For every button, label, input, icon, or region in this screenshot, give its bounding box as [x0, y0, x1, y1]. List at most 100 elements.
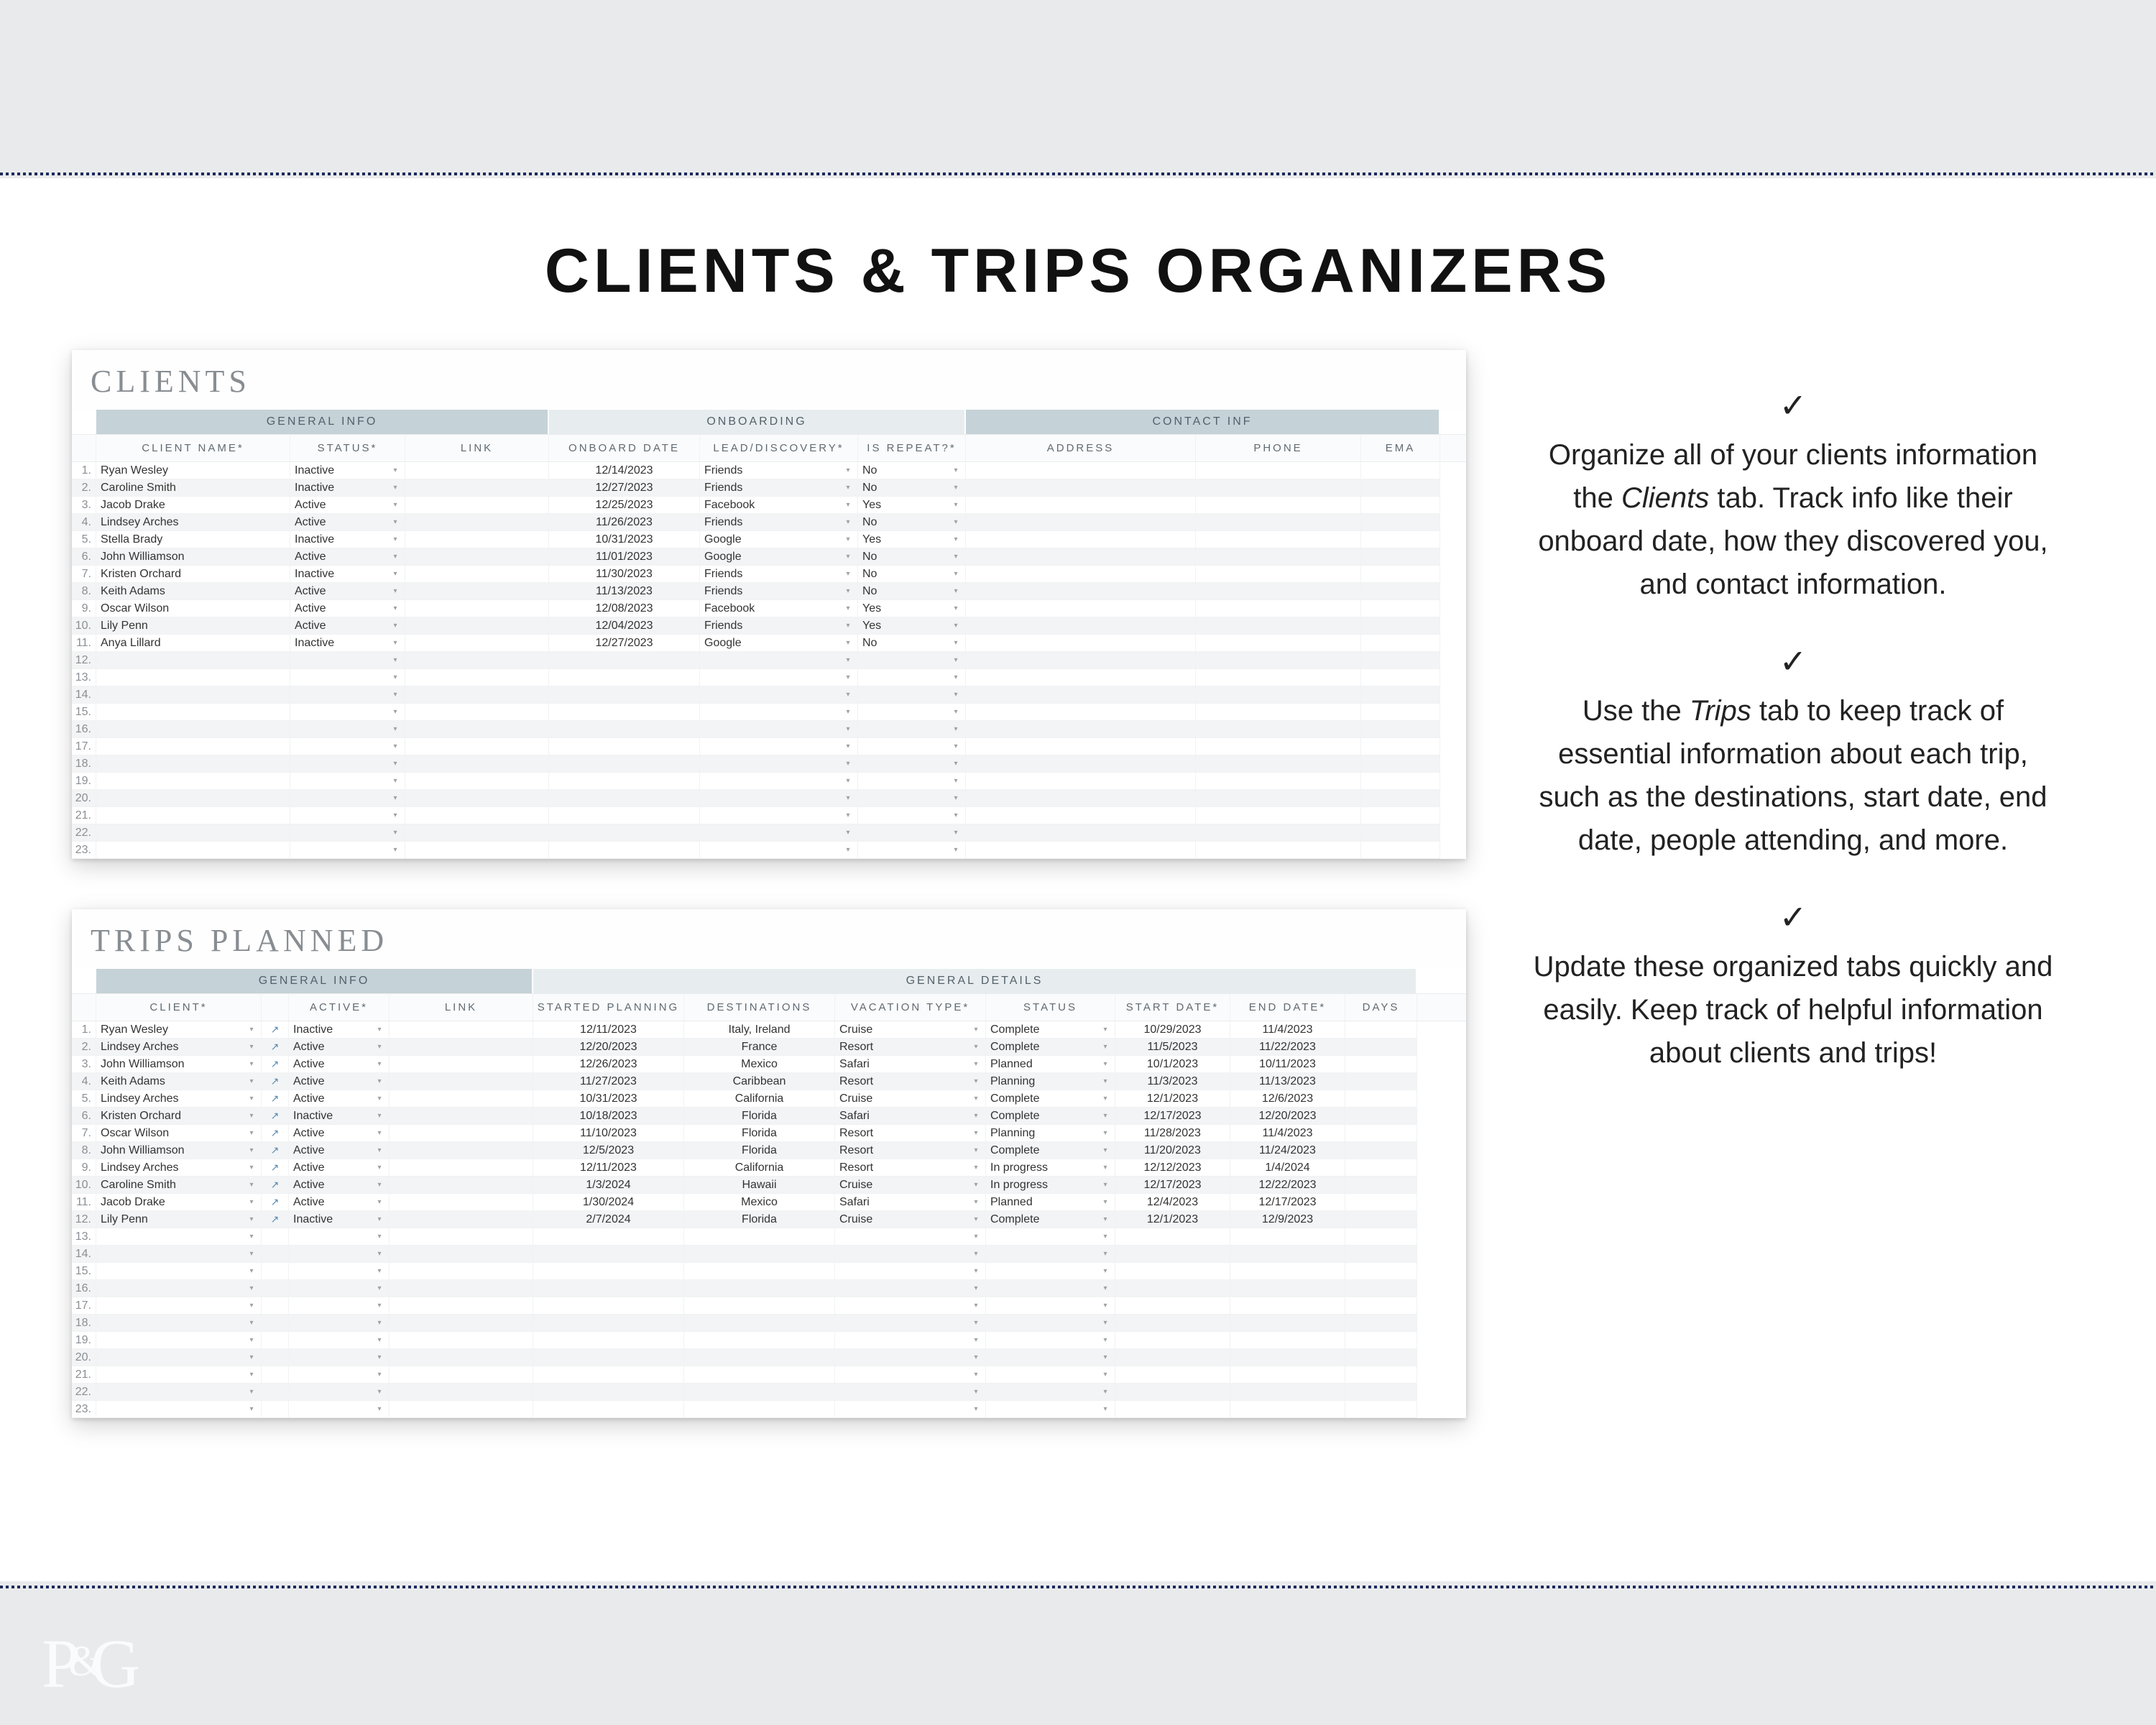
- start-date-cell[interactable]: 12/1/2023: [1115, 1090, 1230, 1108]
- dropdown-icon[interactable]: ▾: [247, 1094, 257, 1104]
- table-row[interactable]: 17.▾▾▾▾: [72, 1297, 1466, 1315]
- dropdown-icon[interactable]: ▾: [374, 1025, 384, 1035]
- address-cell[interactable]: [966, 790, 1196, 807]
- dropdown-icon[interactable]: ▾: [1100, 1353, 1110, 1363]
- phone-cell[interactable]: [1196, 479, 1361, 497]
- vacation-type-cell[interactable]: ▾: [835, 1228, 986, 1246]
- link-icon-cell[interactable]: ↗: [262, 1125, 289, 1142]
- address-cell[interactable]: [966, 462, 1196, 479]
- days-cell[interactable]: [1345, 1177, 1417, 1194]
- table-row[interactable]: 6.John WilliamsonActive▾11/01/2023Google…: [72, 548, 1466, 566]
- end-date-cell[interactable]: 12/20/2023: [1230, 1108, 1345, 1125]
- link-icon-cell[interactable]: [262, 1349, 289, 1366]
- days-cell[interactable]: [1345, 1142, 1417, 1159]
- dropdown-icon[interactable]: ▾: [951, 604, 961, 614]
- onboard-date-cell[interactable]: [549, 755, 700, 773]
- trip-status-cell[interactable]: Planning▾: [986, 1073, 1115, 1090]
- status-cell[interactable]: Inactive▾: [290, 635, 405, 652]
- days-cell[interactable]: [1345, 1246, 1417, 1263]
- client-name-cell[interactable]: [96, 738, 290, 755]
- link-cell[interactable]: [390, 1384, 533, 1401]
- dropdown-icon[interactable]: ▾: [247, 1111, 257, 1121]
- days-cell[interactable]: [1345, 1297, 1417, 1315]
- link-cell[interactable]: [405, 479, 549, 497]
- phone-cell[interactable]: [1196, 704, 1361, 721]
- status-cell[interactable]: ▾: [290, 773, 405, 790]
- trip-client-cell[interactable]: Ryan Wesley▾: [96, 1021, 262, 1039]
- end-date-cell[interactable]: 11/13/2023: [1230, 1073, 1345, 1090]
- status-cell[interactable]: Active▾: [290, 548, 405, 566]
- dropdown-icon[interactable]: ▾: [971, 1025, 981, 1035]
- address-cell[interactable]: [966, 531, 1196, 548]
- dropdown-icon[interactable]: ▾: [951, 673, 961, 683]
- link-cell[interactable]: [390, 1021, 533, 1039]
- dropdown-icon[interactable]: ▾: [374, 1353, 384, 1363]
- phone-cell[interactable]: [1196, 617, 1361, 635]
- onboard-date-cell[interactable]: 12/14/2023: [549, 462, 700, 479]
- destinations-cell[interactable]: [684, 1228, 835, 1246]
- dropdown-icon[interactable]: ▾: [247, 1284, 257, 1294]
- trip-client-cell[interactable]: ▾: [96, 1401, 262, 1418]
- client-name-cell[interactable]: Ryan Wesley: [96, 462, 290, 479]
- phone-cell[interactable]: [1196, 531, 1361, 548]
- status-cell[interactable]: Active▾: [290, 497, 405, 514]
- client-name-cell[interactable]: [96, 721, 290, 738]
- dropdown-icon[interactable]: ▾: [390, 638, 400, 648]
- table-row[interactable]: 15.▾▾▾▾: [72, 1263, 1466, 1280]
- table-row[interactable]: 11.Jacob Drake▾↗Active▾1/30/2024MexicoSa…: [72, 1194, 1466, 1211]
- dropdown-icon[interactable]: ▾: [1100, 1094, 1110, 1104]
- dropdown-icon[interactable]: ▾: [1100, 1042, 1110, 1052]
- client-name-cell[interactable]: [96, 790, 290, 807]
- vacation-type-cell[interactable]: Safari▾: [835, 1108, 986, 1125]
- link-icon-cell[interactable]: ↗: [262, 1039, 289, 1056]
- link-cell[interactable]: [390, 1332, 533, 1349]
- table-row[interactable]: 8.Keith AdamsActive▾11/13/2023Friends▾No…: [72, 583, 1466, 600]
- dropdown-icon[interactable]: ▾: [971, 1197, 981, 1208]
- end-date-cell[interactable]: [1230, 1280, 1345, 1297]
- dropdown-icon[interactable]: ▾: [390, 500, 400, 510]
- days-cell[interactable]: [1345, 1384, 1417, 1401]
- active-cell[interactable]: ▾: [289, 1349, 390, 1366]
- client-name-cell[interactable]: Lindsey Arches: [96, 514, 290, 531]
- end-date-cell[interactable]: [1230, 1263, 1345, 1280]
- dropdown-icon[interactable]: ▾: [951, 586, 961, 597]
- dropdown-icon[interactable]: ▾: [247, 1301, 257, 1311]
- end-date-cell[interactable]: 12/6/2023: [1230, 1090, 1345, 1108]
- dropdown-icon[interactable]: ▾: [247, 1370, 257, 1380]
- onboard-date-cell[interactable]: 12/04/2023: [549, 617, 700, 635]
- link-cell[interactable]: [405, 583, 549, 600]
- dropdown-icon[interactable]: ▾: [843, 707, 853, 717]
- email-cell[interactable]: [1361, 617, 1440, 635]
- destinations-cell[interactable]: Mexico: [684, 1056, 835, 1073]
- email-cell[interactable]: [1361, 721, 1440, 738]
- destinations-cell[interactable]: [684, 1263, 835, 1280]
- status-cell[interactable]: Active▾: [290, 583, 405, 600]
- dropdown-icon[interactable]: ▾: [843, 604, 853, 614]
- onboard-date-cell[interactable]: [549, 773, 700, 790]
- dropdown-icon[interactable]: ▾: [951, 638, 961, 648]
- dropdown-icon[interactable]: ▾: [374, 1249, 384, 1259]
- link-icon-cell[interactable]: ↗: [262, 1177, 289, 1194]
- table-row[interactable]: 12.Lily Penn▾↗Inactive▾2/7/2024FloridaCr…: [72, 1211, 1466, 1228]
- link-icon-cell[interactable]: ↗: [262, 1194, 289, 1211]
- started-planning-cell[interactable]: [533, 1384, 684, 1401]
- repeat-cell[interactable]: Yes▾: [858, 617, 966, 635]
- link-cell[interactable]: [390, 1177, 533, 1194]
- dropdown-icon[interactable]: ▾: [374, 1318, 384, 1328]
- external-link-icon[interactable]: ↗: [271, 1162, 280, 1174]
- dropdown-icon[interactable]: ▾: [971, 1111, 981, 1121]
- link-icon-cell[interactable]: ↗: [262, 1090, 289, 1108]
- onboard-date-cell[interactable]: 11/13/2023: [549, 583, 700, 600]
- dropdown-icon[interactable]: ▾: [390, 724, 400, 735]
- onboard-date-cell[interactable]: 11/26/2023: [549, 514, 700, 531]
- dropdown-icon[interactable]: ▾: [390, 759, 400, 769]
- repeat-cell[interactable]: No▾: [858, 583, 966, 600]
- dropdown-icon[interactable]: ▾: [247, 1318, 257, 1328]
- trip-client-cell[interactable]: ▾: [96, 1384, 262, 1401]
- start-date-cell[interactable]: 11/3/2023: [1115, 1073, 1230, 1090]
- started-planning-cell[interactable]: 1/30/2024: [533, 1194, 684, 1211]
- trip-client-cell[interactable]: Jacob Drake▾: [96, 1194, 262, 1211]
- active-cell[interactable]: Active▾: [289, 1090, 390, 1108]
- start-date-cell[interactable]: [1115, 1228, 1230, 1246]
- link-icon-cell[interactable]: [262, 1297, 289, 1315]
